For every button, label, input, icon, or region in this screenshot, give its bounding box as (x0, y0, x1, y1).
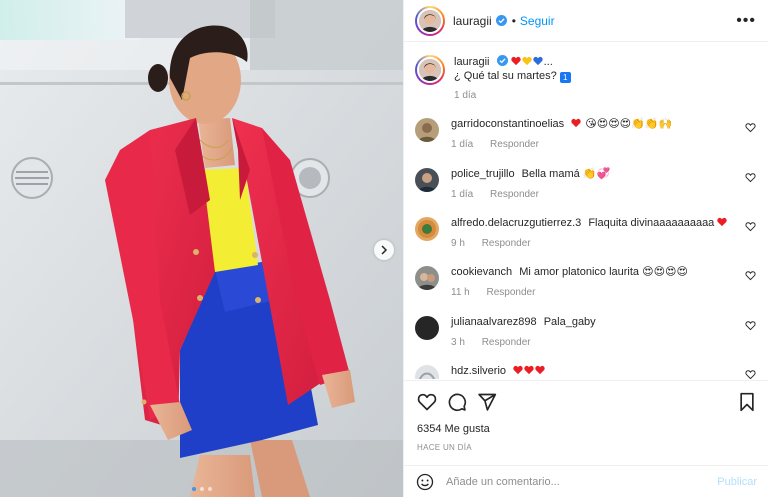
red-heart-icon (535, 365, 545, 375)
commenter-avatar[interactable] (415, 168, 439, 192)
comment-item: cookievanch Mi amor platonico laurita 😍😍… (415, 265, 758, 298)
comment-like-icon[interactable] (745, 221, 756, 232)
post-timestamp: HACE UN DÍA (417, 443, 472, 452)
caption-time: 1 día (454, 90, 477, 101)
comment-item: police_trujillo Bella mamá 👏💞 1 día Resp… (415, 167, 758, 200)
comment-item: hdz.silverio (415, 364, 758, 379)
heart-outline-icon[interactable] (417, 392, 437, 412)
caption-username[interactable]: lauragii (454, 56, 489, 68)
comment-time: 11 h (451, 287, 470, 298)
comments-list[interactable]: lauragii ... ¿ Qué tal su martes? 1 1 dí… (404, 43, 768, 379)
comment-username[interactable]: cookievanch (451, 266, 512, 278)
bookmark-icon[interactable] (737, 392, 757, 412)
comment-time: 9 h (451, 238, 465, 249)
comment-username[interactable]: garridoconstantinoelias (451, 118, 564, 130)
header-separator: • (511, 13, 516, 28)
caption-ellipsis: ... (543, 56, 553, 68)
post-sidebar: lauragii • Seguir ••• lauragii ... ¿ Qué… (403, 0, 768, 497)
verified-badge-icon (496, 55, 508, 66)
comment-text: Bella mamá (521, 168, 580, 180)
smiley-icon[interactable] (416, 473, 434, 491)
reply-button[interactable]: Responder (482, 238, 531, 249)
comment-text: Pala_gaby (543, 316, 596, 328)
verified-badge-icon (495, 15, 507, 26)
comment-like-icon[interactable] (745, 369, 756, 379)
commenter-avatar[interactable] (415, 217, 439, 241)
reply-button[interactable]: Responder (490, 139, 539, 150)
likes-count[interactable]: 6354 Me gusta (417, 423, 757, 435)
blue-heart-icon (532, 56, 543, 66)
caption-text: ¿ Qué tal su martes? (454, 70, 557, 82)
reply-button[interactable]: Responder (490, 189, 539, 200)
carousel-dot (199, 487, 204, 491)
comment-text: Flaquita divinaaaaaaaaaa (588, 217, 715, 229)
comment-like-icon[interactable] (745, 320, 756, 331)
comment-item: julianaalvarez898 Pala_gaby 3 h Responde… (415, 315, 758, 348)
publish-button[interactable]: Publicar (717, 476, 757, 488)
post-modal: lauragii • Seguir ••• lauragii ... ¿ Qué… (0, 0, 768, 497)
comment-username[interactable]: hdz.silverio (451, 365, 506, 377)
comment-emoji: 👏💞 (582, 168, 611, 180)
speech-bubble-icon[interactable] (447, 392, 467, 412)
carousel-next-button[interactable] (374, 240, 394, 260)
post-image (0, 0, 403, 497)
keycap-one-icon: 1 (559, 72, 571, 83)
yellow-heart-icon (521, 56, 532, 66)
commenter-avatar[interactable] (415, 266, 439, 290)
more-options-icon[interactable]: ••• (736, 12, 756, 30)
commenter-avatar[interactable] (415, 118, 439, 142)
carousel-dot-active (191, 487, 196, 491)
red-heart-icon (524, 365, 534, 375)
comment-time: 3 h (451, 337, 465, 348)
caption-avatar[interactable] (415, 55, 445, 85)
follow-button[interactable]: Seguir (520, 14, 555, 28)
comment-username[interactable]: alfredo.delacruzgutierrez.3 (451, 217, 581, 229)
carousel-indicator (0, 487, 403, 491)
avatar-image (419, 59, 441, 81)
commenter-avatar[interactable] (415, 365, 439, 379)
comment-emoji: 😘😍😍😍👏👏🙌 (585, 118, 673, 130)
comment-item: garridoconstantinoelias 😘😍😍😍👏👏🙌 1 día Re… (415, 117, 758, 150)
comment-text: Mi amor platonico laurita (519, 266, 640, 278)
comment-like-icon[interactable] (745, 122, 756, 133)
red-heart-icon (717, 217, 728, 227)
comment-like-icon[interactable] (745, 270, 756, 281)
comment-emoji: 😍😍😍😍 (642, 266, 688, 278)
add-comment-bar: Publicar (404, 465, 768, 497)
reply-button[interactable]: Responder (487, 287, 536, 298)
comment-item: alfredo.delacruzgutierrez.3 Flaquita div… (415, 216, 758, 249)
post-actions: 6354 Me gusta HACE UN DÍA (404, 380, 768, 452)
comment-username[interactable]: police_trujillo (451, 168, 515, 180)
avatar-image (419, 9, 441, 32)
comment-username[interactable]: julianaalvarez898 (451, 316, 537, 328)
post-caption: lauragii ... ¿ Qué tal su martes? 1 1 dí… (404, 43, 768, 101)
author-username[interactable]: lauragii (453, 14, 492, 28)
comment-input[interactable] (446, 475, 718, 488)
author-avatar[interactable] (415, 5, 445, 36)
red-heart-icon (513, 365, 523, 375)
post-header: lauragii • Seguir ••• (404, 0, 768, 42)
red-heart-icon (571, 118, 581, 128)
comment-like-icon[interactable] (745, 172, 756, 183)
comment-time: 1 día (451, 189, 474, 200)
carousel-dot (207, 487, 212, 491)
post-photo[interactable] (0, 0, 403, 497)
paper-plane-icon[interactable] (477, 392, 497, 412)
comment-time: 1 día (451, 139, 474, 150)
red-heart-icon (510, 56, 521, 66)
reply-button[interactable]: Responder (482, 337, 531, 348)
commenter-avatar[interactable] (415, 316, 439, 340)
chevron-right-icon (381, 245, 388, 255)
